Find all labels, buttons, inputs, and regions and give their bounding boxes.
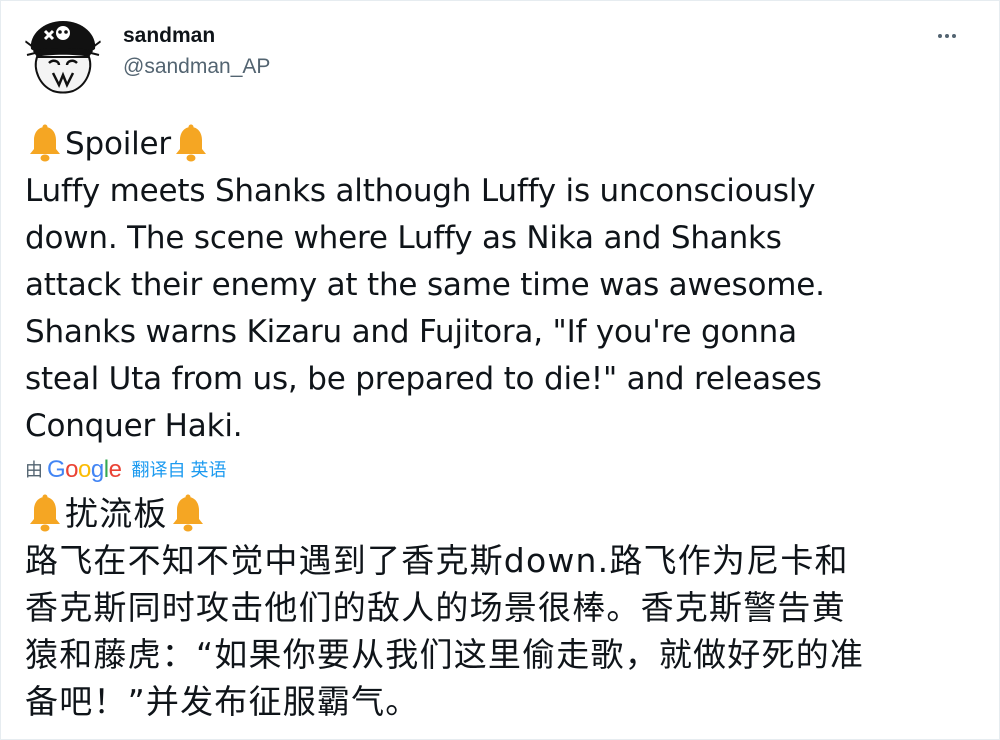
tweet-card: sandman @sandman_AP Spoiler Luffy meets … (0, 0, 1000, 740)
skull-avatar-icon (23, 15, 103, 95)
translation-attribution: 由 Google 翻译自 英语 (25, 452, 975, 488)
tweet-body: Spoiler Luffy meets Shanks although Luff… (25, 121, 975, 725)
original-title-line: Spoiler (25, 121, 975, 168)
bell-icon (175, 124, 206, 161)
translated-text-line: 备吧！”并发布征服霸气。 (25, 682, 420, 721)
display-name[interactable]: sandman (123, 23, 270, 49)
avatar[interactable] (23, 15, 103, 95)
user-names: sandman @sandman_AP (123, 23, 270, 81)
bell-icon (30, 494, 60, 531)
original-text-line: down. The scene where Luffy as Nika and … (25, 220, 782, 256)
user-handle[interactable]: @sandman_AP (123, 53, 270, 81)
original-title: Spoiler (65, 126, 171, 162)
translated-title-line: 扰流板 (25, 490, 975, 537)
translated-from-link[interactable]: 翻译自 英语 (131, 456, 226, 484)
original-text-line: steal Uta from us, be prepared to die!" … (25, 361, 822, 397)
translated-text-line: 猿和藤虎：“如果你要从我们这里偷走歌，就做好死的准 (25, 635, 865, 674)
translated-text-line: 路飞在不知不觉中遇到了香克斯down.路飞作为尼卡和 (25, 541, 849, 580)
original-text-line: attack their enemy at the same time was … (25, 267, 825, 303)
original-text-line: Luffy meets Shanks although Luffy is unc… (25, 173, 816, 209)
bell-icon (172, 494, 203, 531)
bell-icon (30, 124, 60, 161)
translation-by-label: 由 (25, 460, 43, 480)
original-text-line: Shanks warns Kizaru and Fujitora, "If yo… (25, 314, 797, 350)
original-text-line: Conquer Haki. (25, 408, 243, 444)
tweet-header: sandman @sandman_AP (23, 15, 979, 95)
more-icon[interactable] (927, 21, 967, 51)
translated-title: 扰流板 (65, 494, 168, 533)
translated-text-line: 香克斯同时攻击他们的敌人的场景很棒。香克斯警告黄 (25, 588, 846, 627)
google-logo: Google (47, 456, 122, 483)
